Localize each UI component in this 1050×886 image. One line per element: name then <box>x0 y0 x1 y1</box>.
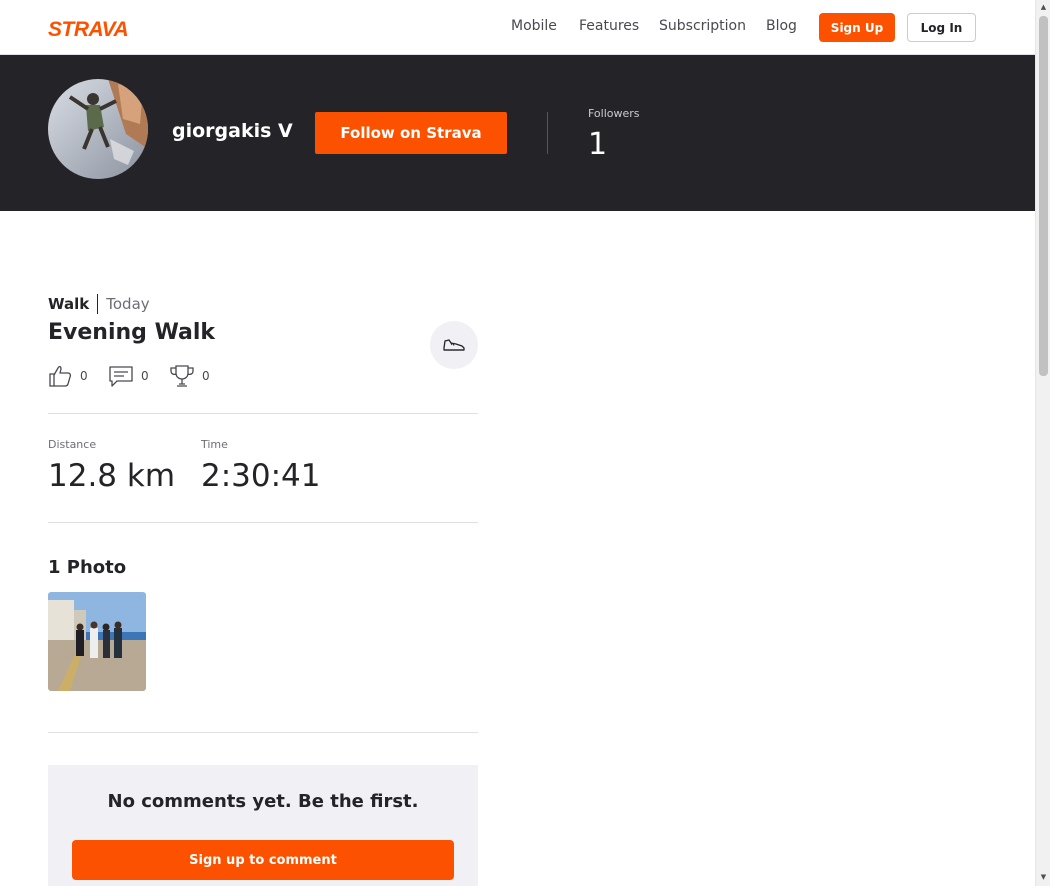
meta-divider <box>97 294 99 314</box>
follow-button[interactable]: Follow on Strava <box>315 112 507 154</box>
nav-link-blog[interactable]: Blog <box>766 18 797 34</box>
kudos-count: 0 <box>80 369 88 383</box>
athlete-header: giorgakis V Follow on Strava Followers 1 <box>0 55 1035 211</box>
divider <box>48 522 478 523</box>
comments-counter[interactable]: 0 <box>109 364 149 388</box>
activity-photo[interactable] <box>48 592 146 691</box>
trophy-icon <box>170 365 194 387</box>
sign-up-button[interactable]: Sign Up <box>819 13 895 42</box>
svg-text:STRAVA: STRAVA <box>48 18 128 39</box>
no-comments-text: No comments yet. Be the first. <box>107 791 419 812</box>
log-in-button[interactable]: Log In <box>907 13 976 42</box>
followers-count: 1 <box>588 127 608 162</box>
achievements-count: 0 <box>202 369 210 383</box>
followers-label: Followers <box>588 107 640 120</box>
sign-up-to-comment-button[interactable]: Sign up to comment <box>72 840 454 880</box>
time-value: 2:30:41 <box>201 458 321 494</box>
kudos-counter[interactable]: 0 <box>48 364 88 388</box>
scroll-up-icon[interactable]: ▲ <box>1039 3 1048 12</box>
divider <box>48 732 478 733</box>
activity-meta: Walk Today <box>48 294 150 314</box>
activity-type: Walk <box>48 295 90 313</box>
scroll-down-icon[interactable]: ▼ <box>1039 873 1048 882</box>
scrollbar[interactable]: ▲ ▼ <box>1035 0 1050 886</box>
distance-label: Distance <box>48 438 97 451</box>
athlete-name[interactable]: giorgakis V <box>172 120 293 142</box>
activity-date: Today <box>106 295 150 313</box>
sport-badge <box>430 321 478 369</box>
nav-link-features[interactable]: Features <box>579 18 639 34</box>
nav-link-subscription[interactable]: Subscription <box>659 18 746 34</box>
time-label: Time <box>201 438 228 451</box>
shoe-icon <box>443 339 465 351</box>
divider <box>48 413 478 414</box>
distance-value: 12.8 km <box>48 458 176 494</box>
nav-link-mobile[interactable]: Mobile <box>511 18 557 34</box>
comments-count: 0 <box>141 369 149 383</box>
comments-section: No comments yet. Be the first. Sign up t… <box>48 765 478 886</box>
achievements-counter[interactable]: 0 <box>170 364 210 388</box>
strava-logo[interactable]: STRAVA <box>48 17 144 39</box>
activity-title[interactable]: Evening Walk <box>48 320 215 345</box>
comment-icon <box>109 366 133 387</box>
photos-title: 1 Photo <box>48 557 127 578</box>
athlete-avatar[interactable] <box>48 79 148 179</box>
top-nav: STRAVA Mobile Features Subscription Blog… <box>0 0 1035 55</box>
scroll-thumb[interactable] <box>1039 16 1048 376</box>
thumbs-up-icon <box>49 365 72 387</box>
header-divider <box>547 112 548 154</box>
